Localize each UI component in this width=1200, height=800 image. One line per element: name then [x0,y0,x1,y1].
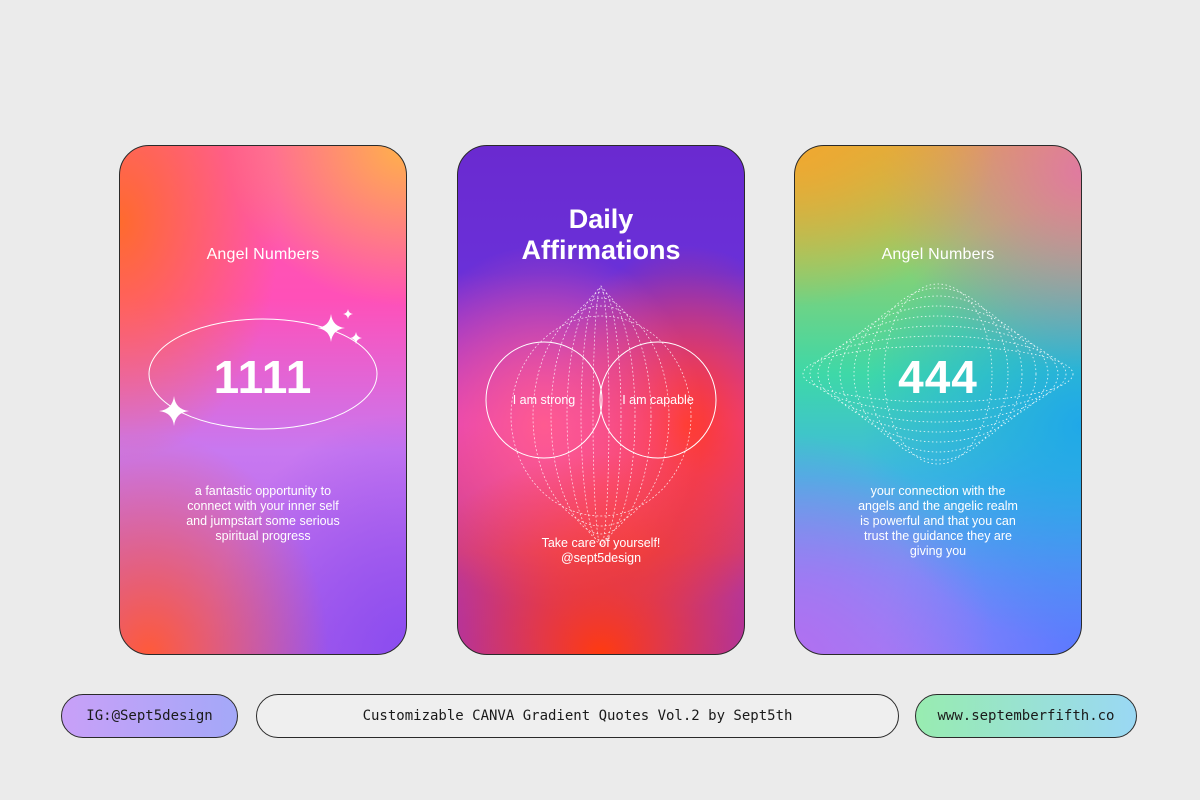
footer-line: @sept5design [560,551,642,565]
card-description: your connection with the angels and the … [818,484,1058,559]
daily-affirmations-card: Daily Affirmations I am strong I am capa… [457,145,745,655]
description-line: and jumpstart some serious [186,514,340,528]
card-footer-text: Take care of yourself! @sept5design [481,536,721,566]
footer-line: Take care of yourself! [541,536,661,550]
sparkle-icon [317,314,345,342]
card-description: a fantastic opportunity to connect with … [143,484,383,544]
description-line: a fantastic opportunity to [194,484,332,498]
sparkle-icon [350,332,362,344]
description-line: spiritual progress [215,529,311,543]
description-line: angels and the angelic realm [858,499,1018,513]
angel-number: 1111 [213,351,313,403]
website-pill[interactable]: www.septemberfifth.co [915,694,1137,738]
description-line: giving you [909,544,967,558]
description-line: your connection with the [870,484,1006,498]
angel-numbers-card-1111: Angel Numbers 1111 a fantastic opportuni… [119,145,407,655]
angel-number: 444 [898,351,978,403]
description-line: trust the guidance they are [863,529,1012,543]
instagram-handle-pill: IG:@Sept5design [61,694,238,738]
description-line: is powerful and that you can [860,514,1016,528]
affirmation-left: I am strong [512,393,576,407]
affirmation-right: I am capable [622,393,694,407]
angel-numbers-card-444: Angel Numbers 444 your connection with t… [794,145,1082,655]
product-caption-pill: Customizable CANVA Gradient Quotes Vol.2… [256,694,899,738]
sparkle-icon [343,309,353,319]
description-line: connect with your inner self [187,499,339,513]
